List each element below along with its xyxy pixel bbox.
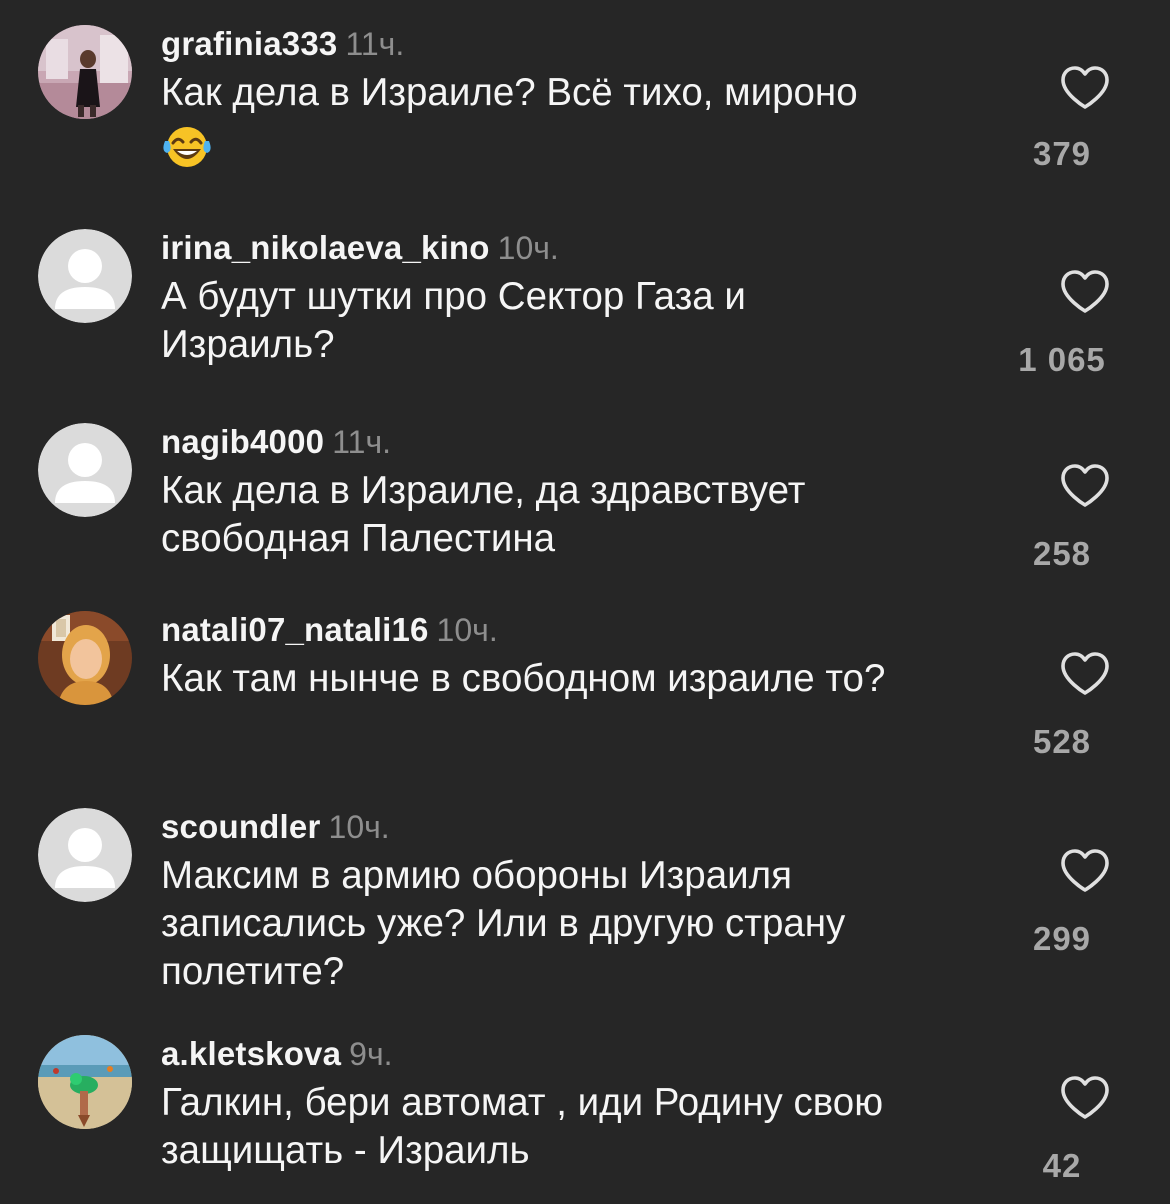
comment-body: А будут шутки про Сектор Газа и Израиль?	[161, 275, 746, 366]
avatar[interactable]	[38, 611, 132, 705]
username[interactable]: nagib4000	[161, 423, 324, 460]
heart-icon[interactable]	[1058, 63, 1112, 113]
comment-header: irina_nikolaeva_kino 10ч.	[161, 229, 559, 274]
timestamp: 9ч.	[349, 1036, 393, 1072]
comment-header: scoundler 10ч.	[161, 808, 390, 853]
like-count: 1 065	[1018, 341, 1106, 378]
comment-body: Максим в армию обороны Израиля записалис…	[161, 854, 846, 993]
like-count: 258	[1032, 535, 1092, 572]
comment-body: Как там нынче в свободном израиле то?	[161, 657, 886, 700]
default-avatar[interactable]	[38, 229, 132, 323]
comment-header: nagib4000 11ч.	[161, 423, 391, 468]
default-avatar[interactable]	[38, 808, 132, 902]
timestamp: 10ч.	[436, 612, 498, 648]
like-count: 299	[1032, 920, 1092, 957]
like-count: 379	[1032, 135, 1092, 172]
timestamp: 11ч.	[345, 26, 405, 62]
comment-body: Как дела в Израиле, да здравствует свобо…	[161, 469, 806, 560]
face-with-tears-of-joy-icon	[161, 123, 213, 183]
comment-body: Как дела в Израиле? Всё тихо, мироно	[161, 71, 858, 114]
username[interactable]: grafinia333	[161, 25, 337, 62]
heart-icon[interactable]	[1058, 461, 1112, 511]
heart-icon[interactable]	[1058, 846, 1112, 896]
heart-icon[interactable]	[1058, 649, 1112, 699]
username[interactable]: irina_nikolaeva_kino	[161, 229, 490, 266]
timestamp: 11ч.	[332, 424, 391, 460]
avatar[interactable]	[38, 25, 132, 119]
like-count: 42	[1042, 1147, 1082, 1184]
comment-header: natali07_natali16 10ч.	[161, 611, 498, 656]
heart-icon[interactable]	[1058, 1073, 1112, 1123]
comment-text: Как дела в Израиле? Всё тихо, мироно	[161, 69, 1011, 183]
username[interactable]: a.kletskova	[161, 1035, 341, 1072]
comment-header: grafinia333 11ч.	[161, 25, 404, 70]
default-avatar[interactable]	[38, 423, 132, 517]
comment-header: a.kletskova 9ч.	[161, 1035, 393, 1080]
like-count: 528	[1032, 723, 1092, 760]
timestamp: 10ч.	[497, 230, 559, 266]
comment-body: Галкин, бери автомат , иди Родину свою з…	[161, 1081, 884, 1172]
username[interactable]: scoundler	[161, 808, 321, 845]
username[interactable]: natali07_natali16	[161, 611, 429, 648]
timestamp: 10ч.	[328, 809, 390, 845]
avatar[interactable]	[38, 1035, 132, 1129]
heart-icon[interactable]	[1058, 267, 1112, 317]
